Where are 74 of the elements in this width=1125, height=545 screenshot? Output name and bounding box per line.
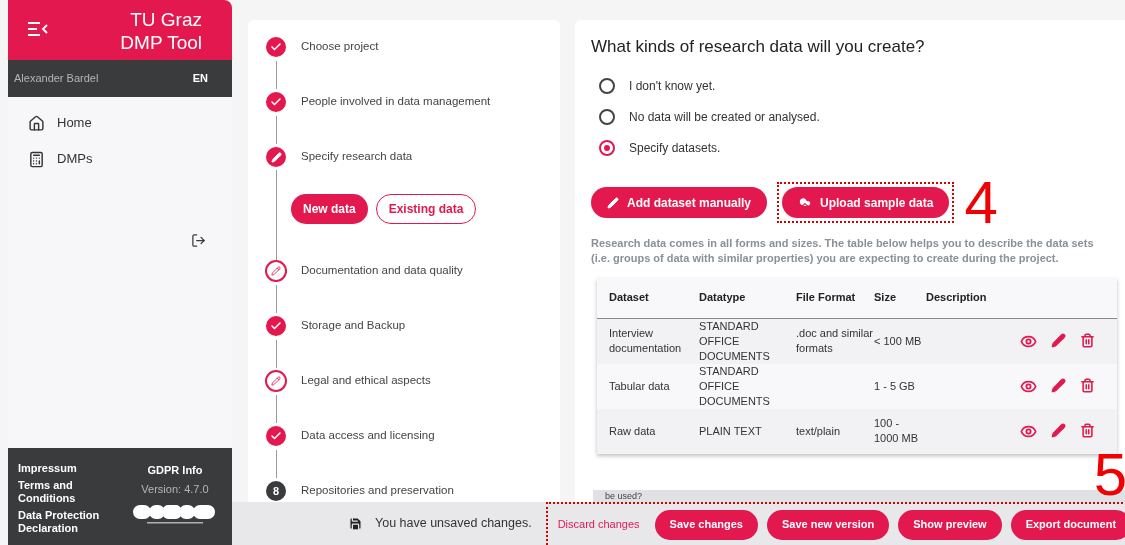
step-label[interactable]: People involved in data management [301,93,491,111]
table-cell-text: Interview documentation [608,326,683,356]
question-text: be used? [605,490,644,502]
footer-button[interactable]: Save new version [766,509,890,540]
action-button[interactable]: Add dataset manually [591,187,768,218]
discard-link[interactable]: Discard changes [557,516,640,533]
delete-icon[interactable] [1080,422,1095,438]
language-toggle[interactable]: EN [192,70,208,87]
edit-icon[interactable] [1051,332,1066,348]
save-icon [348,516,363,531]
callout-number: 4 [964,175,998,230]
substep-tab[interactable]: New data [291,194,368,224]
column-header: Description [926,290,988,306]
column-header: File Format [796,290,857,306]
step-label[interactable]: Specify research data [301,148,413,166]
table-cell-text: 1 - 5 GB [874,378,916,394]
menu-collapse-icon[interactable] [28,22,48,37]
step-label[interactable]: Repositories and preservation [301,482,454,500]
footer-button[interactable]: Export document [1010,509,1125,540]
footer-button[interactable]: Show preview [898,509,1002,540]
unsaved-message: You have unsaved changes. [375,515,532,533]
step-label[interactable]: Legal and ethical aspects [301,372,431,390]
check-icon [266,426,286,446]
radio-label: Specify datasets. [629,139,721,157]
table-cell-text: Tabular data [608,378,671,394]
nav-item[interactable]: DMPs [28,147,232,171]
table-cell-text: PLAIN TEXT [699,423,763,439]
step-label[interactable]: Documentation and data quality [301,262,463,280]
table-cell-text: 100 - 1000 MB [874,416,920,446]
action-button[interactable]: Upload sample data [782,187,950,218]
check-icon [266,37,286,57]
check-icon [266,92,286,112]
pencil-icon [266,147,286,167]
delete-icon[interactable] [1080,332,1095,348]
pencil-icon [265,260,287,282]
table-cell-text: text/plain [796,423,842,439]
delete-icon[interactable] [1080,377,1095,393]
question-title: What kinds of research data will you create? [591,36,926,58]
radio-button[interactable] [599,77,615,94]
table-cell-text: < 100 MB [874,333,923,349]
column-header: Size [874,290,897,306]
radio-button[interactable] [599,139,615,156]
footer-link[interactable]: Terms and Conditions [18,479,113,505]
step-label[interactable]: Storage and Backup [301,317,406,335]
help-text: Research data comes in all forms and sizes. The table below helps you to describe the data sets (i.e. groups of data with similar properties) you are expecting to create during the project. [591,235,1095,266]
edit-icon[interactable] [1051,422,1066,438]
callout-number: 5 [1093,448,1125,502]
radio-label: No data will be created or analysed. [629,108,820,126]
footer-link[interactable]: Impressum [18,462,113,475]
column-header: Dataset [608,290,650,306]
check-icon [266,316,286,336]
home-icon [28,114,45,132]
table-cell-text: STANDARD OFFICE DOCUMENTS [699,363,771,409]
pencil-icon [607,196,619,209]
user-name: Alexander Bardel [14,71,99,87]
gdpr-link[interactable]: GDPR Info [147,462,203,479]
step-number: 8 [266,481,286,501]
nav-item[interactable]: Home [28,111,232,135]
logout-icon[interactable] [191,233,206,248]
pencil-icon [265,370,287,392]
radio-label: I don't know yet. [629,77,716,95]
edit-icon[interactable] [1051,377,1066,393]
footer-link[interactable]: Data Protection Declaration [18,509,113,535]
table-cell-text: STANDARD OFFICE DOCUMENTS [699,318,771,364]
app-title: TU Graz DMP Tool [119,8,202,54]
version-text: Version: 4.7.0 [141,481,209,497]
step-label[interactable]: Choose project [301,38,379,56]
step-label[interactable]: Data access and licensing [301,427,435,445]
substep-tab[interactable]: Existing data [375,194,477,224]
table-cell: .doc and similar formats [796,326,874,356]
footer-button[interactable]: Save changes [654,509,758,540]
radio-button[interactable] [599,108,615,125]
table-cell-text: Raw data [608,423,657,439]
column-header: Datatype [699,290,747,306]
